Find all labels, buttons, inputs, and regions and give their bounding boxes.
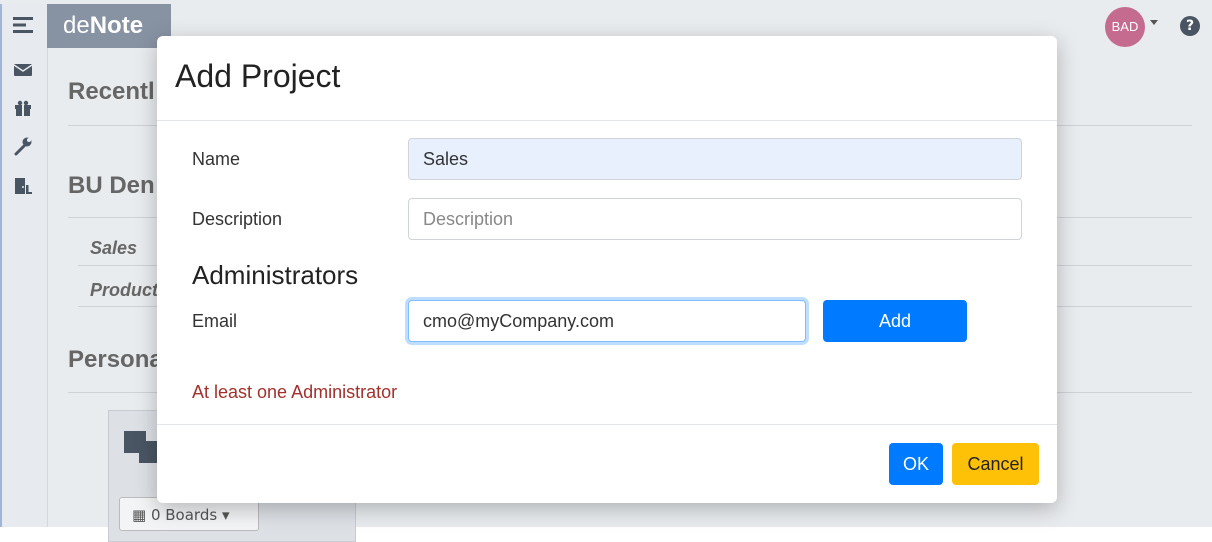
description-input[interactable] [408,198,1022,240]
dialog-title: Add Project [175,58,341,94]
add-project-dialog: Add Project Name Description Administrat… [157,36,1057,503]
cancel-button[interactable]: Cancel [952,443,1039,485]
email-input[interactable] [408,300,806,342]
email-label: Email [192,311,238,331]
dialog-header: Add Project [157,36,1057,121]
ok-button[interactable]: OK [889,443,943,485]
administrators-heading: Administrators [192,260,359,290]
validation-error: At least one Administrator [192,382,398,402]
name-input[interactable] [408,138,1022,180]
name-label: Name [192,149,241,169]
add-administrator-button[interactable]: Add [823,300,967,342]
dialog-footer-divider [157,424,1057,425]
description-label: Description [192,209,283,229]
